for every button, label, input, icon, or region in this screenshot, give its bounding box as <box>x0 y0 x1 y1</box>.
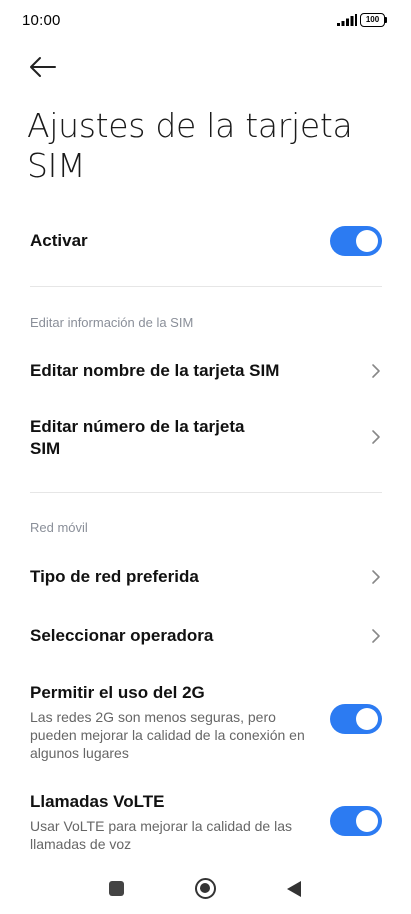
preferred-network-type-label: Tipo de red preferida <box>30 567 199 586</box>
volte-toggle[interactable] <box>330 806 382 836</box>
volte-description: Usar VoLTE para mejorar la calidad de la… <box>30 818 292 852</box>
status-time: 10:00 <box>22 12 61 29</box>
back-triangle-icon[interactable] <box>286 880 302 898</box>
divider <box>30 286 382 287</box>
navigation-bar <box>0 862 411 914</box>
home-circle-icon[interactable] <box>195 878 216 899</box>
status-bar: 10:00 100 <box>0 0 411 40</box>
preferred-network-type-row[interactable]: Tipo de red preferida <box>30 566 382 588</box>
signal-icon <box>337 14 357 26</box>
back-arrow-icon <box>30 57 56 77</box>
toggle-knob <box>356 708 378 730</box>
chevron-right-icon <box>372 570 380 584</box>
back-button[interactable] <box>24 50 60 84</box>
chevron-right-icon <box>372 629 380 643</box>
toggle-knob <box>356 810 378 832</box>
section-header-mobile-network: Red móvil <box>30 520 88 535</box>
allow-2g-label: Permitir el uso del 2G <box>30 683 205 702</box>
section-header-sim-info: Editar información de la SIM <box>30 315 194 330</box>
battery-level: 100 <box>365 15 380 24</box>
activate-row[interactable]: Activar <box>30 224 382 258</box>
volte-row[interactable]: Llamadas VoLTE Usar VoLTE para mejorar l… <box>30 791 382 852</box>
allow-2g-description: Las redes 2G son menos seguras, pero pue… <box>30 709 305 761</box>
chevron-right-icon <box>372 430 380 444</box>
page-title: Ajustes de la tarjeta SIM <box>27 106 353 185</box>
divider <box>30 492 382 493</box>
chevron-right-icon <box>372 364 380 378</box>
edit-sim-name-label: Editar nombre de la tarjeta SIM <box>30 361 280 380</box>
volte-label: Llamadas VoLTE <box>30 792 165 811</box>
edit-sim-number-row[interactable]: Editar número de la tarjeta SIM <box>30 416 382 460</box>
select-operator-label: Seleccionar operadora <box>30 626 214 645</box>
recents-square-icon[interactable] <box>109 881 124 896</box>
select-operator-row[interactable]: Seleccionar operadora <box>30 625 382 647</box>
toggle-knob <box>356 230 378 252</box>
activate-toggle[interactable] <box>330 226 382 256</box>
battery-icon: 100 <box>360 13 388 27</box>
allow-2g-row[interactable]: Permitir el uso del 2G Las redes 2G son … <box>30 682 382 762</box>
edit-sim-number-label: Editar número de la tarjeta SIM <box>30 417 245 458</box>
edit-sim-name-row[interactable]: Editar nombre de la tarjeta SIM <box>30 360 382 382</box>
allow-2g-toggle[interactable] <box>330 704 382 734</box>
